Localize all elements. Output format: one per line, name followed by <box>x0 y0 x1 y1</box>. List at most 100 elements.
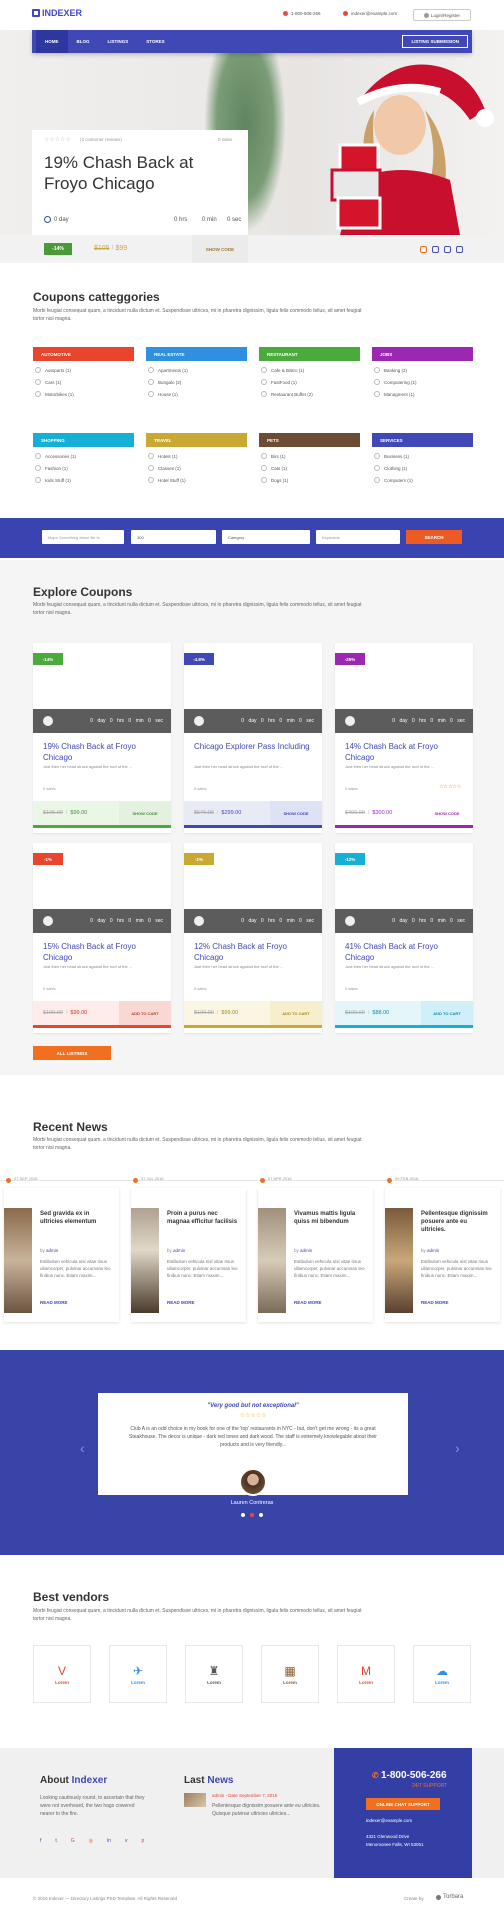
coupon-title[interactable]: 19% Chash Back at Froyo Chicago <box>43 741 163 763</box>
vendor-logo[interactable]: ✈ Lorem <box>109 1645 167 1703</box>
pinterest-icon[interactable]: p <box>141 1838 144 1844</box>
category-header[interactable]: RESTAURANT <box>259 347 360 361</box>
dribbble-icon[interactable]: ◎ <box>89 1838 93 1844</box>
keyword-input[interactable]: Major Something about Be Is <box>42 530 124 544</box>
coupon-card[interactable]: -25% 0 day 0 hrs 0 min 0 sec 14% Chash Bac… <box>335 643 473 833</box>
hero-title[interactable]: 19% Chash Back at Froyo Chicago <box>44 152 234 194</box>
category-item[interactable]: House (1) <box>148 388 247 400</box>
twitter-icon[interactable]: t <box>55 1838 56 1844</box>
coupon-title[interactable]: 15% Chash Back at Froyo Chicago <box>43 941 163 963</box>
search-button[interactable]: SEARCH <box>406 530 462 544</box>
next-arrow-icon[interactable]: › <box>455 1440 460 1456</box>
coupon-card[interactable]: -14% 0 day 0 hrs 0 min 0 sec 19% Chash Bac… <box>33 643 171 833</box>
linkedin-icon[interactable]: in <box>107 1838 111 1844</box>
category-item[interactable]: Autoparts (1) <box>35 364 134 376</box>
category-header[interactable]: PETS <box>259 433 360 447</box>
category-item[interactable]: Managment (1) <box>374 388 473 400</box>
category-item[interactable]: Hotel Stuff (1) <box>148 474 247 486</box>
category-item[interactable]: Kids Stuff (1) <box>35 474 134 486</box>
show-code-button[interactable]: SHOW CODE <box>192 235 248 263</box>
footer-email[interactable]: indexer@example.com <box>366 1818 412 1823</box>
logo[interactable]: INDEXER <box>32 8 82 18</box>
coupon-title[interactable]: 14% Chash Back at Froyo Chicago <box>345 741 465 763</box>
slide-dot[interactable] <box>432 246 439 253</box>
online-chat-button[interactable]: ONLINE CHAT SUPPORT <box>366 1798 440 1810</box>
category-item[interactable]: FastFood (1) <box>261 376 360 388</box>
vendor-logo[interactable]: M Lorem <box>337 1645 395 1703</box>
nav-stores[interactable]: STORES <box>137 30 173 53</box>
category-header[interactable]: TRAVEL <box>146 433 247 447</box>
category-item[interactable]: Hotels (1) <box>148 450 247 462</box>
coupon-card[interactable]: -4.8% 0 day 0 hrs 0 min 0 sec Chicago Expl… <box>184 643 322 833</box>
testimonial-dot[interactable] <box>259 1513 263 1517</box>
news-title[interactable]: Pellentesque dignissim posuere ante eu u… <box>421 1210 493 1234</box>
coupon-action-button[interactable]: ADD TO CART <box>119 1001 171 1025</box>
news-card[interactable]: Proin a purus nec magnaa efficitur facil… <box>131 1188 246 1322</box>
listing-submission-button[interactable]: LISTING SUBMISSION <box>402 35 468 48</box>
coupon-title[interactable]: 12% Chash Back at Froyo Chicago <box>194 941 314 963</box>
category-item[interactable]: Birs (1) <box>261 450 360 462</box>
news-card[interactable]: Pellentesque dignissim posuere ante eu u… <box>385 1188 500 1322</box>
news-card[interactable]: Sed gravida ex in ultricies elementum by … <box>4 1188 119 1322</box>
category-item[interactable]: Cafe & Bistro (1) <box>261 364 360 376</box>
coupon-title[interactable]: 41% Chash Back at Froyo Chicago <box>345 941 465 963</box>
all-listings-button[interactable]: ALL LISTINGS <box>33 1046 111 1060</box>
city-select[interactable]: 300 <box>131 530 216 544</box>
category-item[interactable]: Clothing (1) <box>374 462 473 474</box>
category-item[interactable]: Classes (1) <box>148 462 247 474</box>
category-item[interactable]: Fashion (1) <box>35 462 134 474</box>
category-item[interactable]: Banking (2) <box>374 364 473 376</box>
testimonial-dot[interactable] <box>241 1513 245 1517</box>
facebook-icon[interactable]: f <box>40 1838 41 1844</box>
category-item[interactable]: Cars (1) <box>35 376 134 388</box>
coupon-card[interactable]: -1% 0 day 0 hrs 0 min 0 sec 15% Chash Back… <box>33 843 171 1033</box>
category-item[interactable]: Accessories (1) <box>35 450 134 462</box>
category-header[interactable]: REAL ESTATE <box>146 347 247 361</box>
category-header[interactable]: SHOPPING <box>33 433 134 447</box>
footer-news-text[interactable]: Pellentesque dignissim posuere ante eu u… <box>212 1802 330 1818</box>
category-header[interactable]: JOBS <box>372 347 473 361</box>
vendor-logo[interactable]: ☁ Lorem <box>413 1645 471 1703</box>
news-image[interactable] <box>258 1208 286 1313</box>
read-more-link[interactable]: READ MORE <box>294 1300 322 1305</box>
vendor-logo[interactable]: ▦ Lorem <box>261 1645 319 1703</box>
google-plus-icon[interactable]: G <box>71 1838 75 1844</box>
coupon-card[interactable]: -1% 0 day 0 hrs 0 min 0 sec 12% Chash Back… <box>184 843 322 1033</box>
vendor-logo[interactable]: ♜ Lorem <box>185 1645 243 1703</box>
coupon-action-button[interactable]: SHOW CODE <box>270 801 322 825</box>
footer-news-thumbnail[interactable] <box>184 1793 206 1807</box>
nav-listings[interactable]: LISTINGS <box>99 30 138 53</box>
slide-dot[interactable] <box>456 246 463 253</box>
news-title[interactable]: Proin a purus nec magnaa efficitur facil… <box>167 1210 239 1226</box>
category-item[interactable]: Business (1) <box>374 450 473 462</box>
vendor-logo[interactable]: V Lorem <box>33 1645 91 1703</box>
news-title[interactable]: Vivamus mattis ligula quiss mi bibendum <box>294 1210 366 1226</box>
category-item[interactable]: Dogs (1) <box>261 474 360 486</box>
nav-blog[interactable]: BLOG <box>68 30 99 53</box>
news-image[interactable] <box>131 1208 159 1313</box>
news-author[interactable]: admin <box>46 1248 58 1253</box>
read-more-link[interactable]: READ MORE <box>167 1300 195 1305</box>
coupon-action-button[interactable]: ADD TO CART <box>270 1001 322 1025</box>
read-more-link[interactable]: READ MORE <box>421 1300 449 1305</box>
category-item[interactable]: Computers (1) <box>374 474 473 486</box>
category-select[interactable]: Category <box>222 530 310 544</box>
news-author[interactable]: admin <box>427 1248 439 1253</box>
nav-home[interactable]: HOME <box>36 30 68 53</box>
news-image[interactable] <box>4 1208 32 1313</box>
read-more-link[interactable]: READ MORE <box>40 1300 68 1305</box>
news-image[interactable] <box>385 1208 413 1313</box>
category-item[interactable]: Bungalo (2) <box>148 376 247 388</box>
torbara-logo[interactable]: Torbara <box>436 1894 463 1900</box>
slide-dot[interactable] <box>444 246 451 253</box>
header-email[interactable]: indexer@example.com <box>343 11 397 16</box>
slide-dot[interactable] <box>420 246 427 253</box>
category-item[interactable]: Computering (1) <box>374 376 473 388</box>
vimeo-icon[interactable]: v <box>125 1838 128 1844</box>
category-header[interactable]: SERVICES <box>372 433 473 447</box>
prev-arrow-icon[interactable]: ‹ <box>80 1440 85 1456</box>
category-header[interactable]: AUTOMOTIVE <box>33 347 134 361</box>
category-item[interactable]: Apartments (1) <box>148 364 247 376</box>
news-card[interactable]: Vivamus mattis ligula quiss mi bibendum b… <box>258 1188 373 1322</box>
login-button[interactable]: Login/Register <box>413 9 471 21</box>
